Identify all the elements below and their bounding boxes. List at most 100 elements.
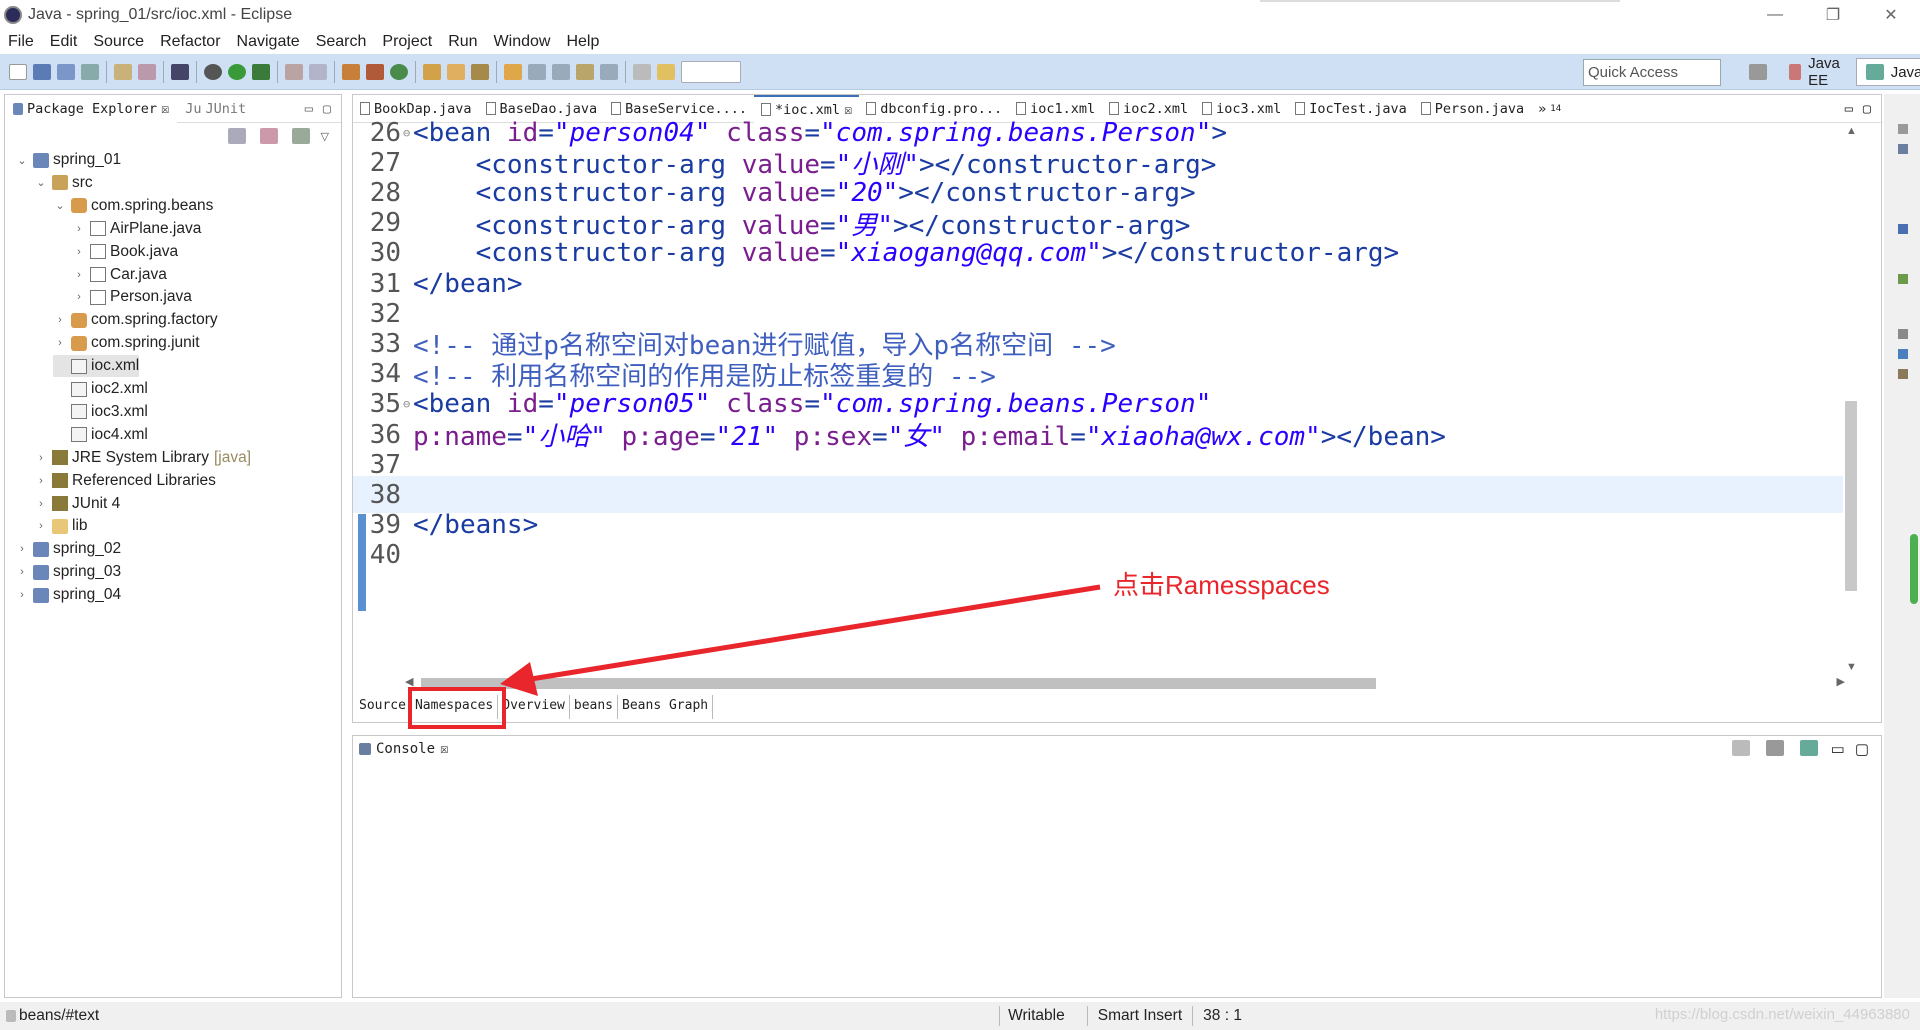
tree-item[interactable]: ioc4.xml <box>53 424 148 446</box>
save-icon[interactable] <box>33 63 51 80</box>
collapse-toggle-icon[interactable]: › <box>15 589 29 601</box>
debug-icon[interactable] <box>204 63 222 80</box>
tree-item[interactable]: › JUnit 4 <box>34 493 120 515</box>
more-tabs-button[interactable]: » 14 <box>1531 95 1568 123</box>
prev-annotation-icon[interactable] <box>552 63 570 80</box>
fold-icon[interactable]: ⊖ <box>403 126 411 140</box>
restore-icon[interactable] <box>1898 124 1908 134</box>
collapse-toggle-icon[interactable]: › <box>72 223 86 235</box>
expand-toggle-icon[interactable]: ⌄ <box>53 199 67 212</box>
tree-item[interactable]: › Car.java <box>72 264 167 286</box>
editor-tab[interactable]: *ioc.xml ☒ <box>754 94 860 123</box>
tree-item[interactable]: › AirPlane.java <box>72 218 201 240</box>
close-icon[interactable]: ☒ <box>844 102 852 118</box>
copy-icon[interactable] <box>114 63 132 80</box>
forward-icon[interactable] <box>600 63 618 80</box>
tree-item[interactable]: ⌄ spring_01 <box>15 149 121 171</box>
editor-page-tab-beans[interactable]: beans <box>570 695 619 719</box>
collapse-toggle-icon[interactable]: › <box>34 498 48 510</box>
stop-icon[interactable] <box>285 63 303 80</box>
code-area[interactable]: 26 ⊖ <bean id="person04" class="com.spring… <box>353 121 1843 673</box>
new-class-icon[interactable] <box>390 63 408 80</box>
tree-item[interactable]: › lib <box>34 515 87 537</box>
tree-item[interactable]: › spring_04 <box>15 584 121 606</box>
perspective-java-ee[interactable]: Java EE <box>1780 55 1852 89</box>
tree-item[interactable]: › com.spring.factory <box>53 309 217 331</box>
task-list-icon[interactable] <box>1898 274 1908 284</box>
collapse-all-icon[interactable] <box>227 128 246 144</box>
editor-tab[interactable]: BookDap.java <box>353 95 479 123</box>
editor-tab[interactable]: BaseDao.java <box>479 95 605 123</box>
editor-page-tab-source[interactable]: Source <box>355 695 411 719</box>
coverage-icon[interactable] <box>252 63 270 80</box>
menu-window[interactable]: Window <box>486 33 559 51</box>
clear-console-icon[interactable] <box>1731 740 1750 756</box>
focus-icon[interactable] <box>291 128 310 144</box>
tree-item[interactable]: ioc.xml <box>53 355 140 378</box>
restore-button[interactable]: ❐ <box>1804 0 1862 29</box>
maximize-icon[interactable]: ▢ <box>1855 740 1869 758</box>
tab-console[interactable]: Console ☒ <box>353 736 1881 762</box>
editor-tab[interactable]: ioc3.xml <box>1195 95 1288 123</box>
collapse-toggle-icon[interactable]: › <box>34 452 48 464</box>
collapse-toggle-icon[interactable]: › <box>72 246 86 258</box>
editor-page-tab-beans-graph[interactable]: Beans Graph <box>618 695 714 719</box>
menu-run[interactable]: Run <box>440 33 485 51</box>
tree-item[interactable]: ⌄ com.spring.beans <box>53 195 213 217</box>
combo-select[interactable] <box>681 60 741 83</box>
paste-icon[interactable] <box>138 63 156 80</box>
back-icon[interactable] <box>576 63 594 80</box>
vertical-scrollbar[interactable]: ▲ ▼ <box>1842 125 1860 673</box>
editor-tab[interactable]: IocTest.java <box>1288 95 1414 123</box>
maximize-icon[interactable]: ▢ <box>1863 101 1871 117</box>
javadoc-icon[interactable] <box>1898 349 1908 359</box>
collapse-toggle-icon[interactable]: › <box>15 566 29 578</box>
run-icon[interactable] <box>228 63 246 80</box>
menu-project[interactable]: Project <box>374 33 440 51</box>
minimize-icon[interactable]: ▭ <box>1831 740 1845 758</box>
collapse-toggle-icon[interactable]: › <box>15 543 29 555</box>
editor-tab[interactable]: BaseService.... <box>604 95 754 123</box>
collapse-toggle-icon[interactable]: › <box>34 520 48 532</box>
display-console-icon[interactable] <box>1765 740 1784 756</box>
close-button[interactable]: ✕ <box>1862 0 1920 29</box>
open-perspective-button[interactable] <box>1740 58 1776 86</box>
skip-breakpoints-icon[interactable] <box>171 63 189 80</box>
tab-junit[interactable]: Ju JUnit <box>177 95 254 123</box>
expand-toggle-icon[interactable]: ⌄ <box>34 176 48 189</box>
hierarchy-icon[interactable] <box>1898 224 1908 234</box>
problems-icon[interactable] <box>1898 329 1908 339</box>
fold-icon[interactable]: ⊖ <box>403 397 411 411</box>
minimize-button[interactable]: — <box>1746 0 1804 29</box>
open-task-icon[interactable] <box>447 63 465 80</box>
close-icon[interactable]: ☒ <box>161 101 169 117</box>
menu-help[interactable]: Help <box>558 33 607 51</box>
tree-item[interactable]: › com.spring.junit <box>53 332 199 354</box>
new-java-project-icon[interactable] <box>342 63 360 80</box>
menu-edit[interactable]: Edit <box>42 33 86 51</box>
minimize-icon[interactable]: ▭ <box>1845 101 1853 117</box>
tree-item[interactable]: › Referenced Libraries <box>34 470 216 492</box>
menu-file[interactable]: File <box>0 33 42 51</box>
new-package-icon[interactable] <box>366 63 384 80</box>
perspective-java[interactable]: Java <box>1855 58 1920 86</box>
tree-item[interactable]: ioc2.xml <box>53 378 148 400</box>
collapse-toggle-icon[interactable]: › <box>34 475 48 487</box>
editor-tab[interactable]: ioc1.xml <box>1009 95 1102 123</box>
declaration-icon[interactable] <box>1898 369 1908 379</box>
next-annotation-icon[interactable] <box>528 63 546 80</box>
tree-item[interactable]: ioc3.xml <box>53 401 148 423</box>
tree-item[interactable]: › Person.java <box>72 286 192 308</box>
open-console-icon[interactable] <box>1799 740 1818 756</box>
expand-toggle-icon[interactable]: ⌄ <box>15 154 29 167</box>
toggle-mark-icon[interactable] <box>657 63 675 80</box>
link-with-editor-icon[interactable] <box>259 128 278 144</box>
search-icon[interactable] <box>471 63 489 80</box>
collapse-toggle-icon[interactable]: › <box>72 291 86 303</box>
collapse-toggle-icon[interactable]: › <box>72 269 86 281</box>
minimize-icon[interactable]: ▭ <box>305 101 313 117</box>
horizontal-scrollbar[interactable]: ◀ ▶ <box>405 675 1845 691</box>
tree-item[interactable]: › spring_03 <box>15 561 121 583</box>
maximize-icon[interactable]: ▢ <box>323 101 331 117</box>
menu-navigate[interactable]: Navigate <box>229 33 308 51</box>
